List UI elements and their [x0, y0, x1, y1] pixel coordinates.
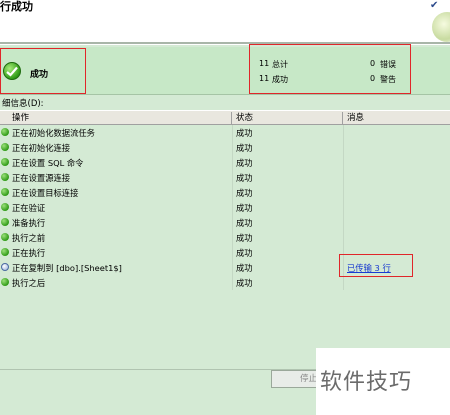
row-status: 成功	[236, 278, 253, 288]
banner-graphic	[432, 12, 450, 42]
row-action: 正在设置源连接	[12, 173, 71, 183]
success-icon	[1, 233, 9, 241]
stop-button[interactable]: 停止	[271, 370, 321, 388]
row-status: 成功	[236, 203, 253, 213]
table-row[interactable]: 执行之后 成功	[0, 275, 450, 290]
row-status: 成功	[236, 128, 253, 138]
table-row[interactable]: 正在验证 成功	[0, 200, 450, 215]
table-row[interactable]: 执行之前 成功	[0, 230, 450, 245]
row-action: 执行之前	[12, 233, 46, 243]
watermark-text: 软件技巧	[320, 370, 413, 395]
row-status: 成功	[236, 188, 253, 198]
row-status: 成功	[236, 248, 253, 258]
success-icon	[1, 188, 9, 196]
column-header-message[interactable]: 消息	[343, 112, 450, 125]
success-icon	[1, 218, 9, 226]
success-icon	[1, 203, 9, 211]
row-action: 正在设置目标连接	[12, 188, 79, 198]
row-action: 正在初始化数据流任务	[12, 128, 95, 138]
highlight-box-status	[0, 48, 86, 94]
table-row[interactable]: 正在初始化数据流任务 成功	[0, 125, 450, 140]
row-status: 成功	[236, 173, 253, 183]
table-row[interactable]: 正在设置源连接 成功	[0, 170, 450, 185]
row-status: 成功	[236, 143, 253, 153]
highlight-box-message	[339, 254, 413, 277]
row-status: 成功	[236, 233, 253, 243]
row-status: 成功	[236, 158, 253, 168]
row-action: 执行之后	[12, 278, 46, 288]
wizard-header: 行成功 ✔	[0, 0, 450, 42]
column-header-status[interactable]: 状态	[232, 112, 343, 125]
row-action: 正在复制到 [dbo].[Sheet1$]	[12, 263, 122, 273]
table-row[interactable]: 正在初始化连接 成功	[0, 140, 450, 155]
success-icon	[1, 248, 9, 256]
page-title: 行成功	[0, 0, 33, 13]
row-action: 准备执行	[12, 218, 46, 228]
table-row[interactable]: 正在设置目标连接 成功	[0, 185, 450, 200]
row-action: 正在初始化连接	[12, 143, 71, 153]
info-icon	[1, 263, 9, 271]
success-icon	[1, 173, 9, 181]
table-row[interactable]: 准备执行 成功	[0, 215, 450, 230]
success-icon	[1, 278, 9, 286]
highlight-box-counts	[249, 44, 411, 94]
row-action: 正在执行	[12, 248, 46, 258]
table-row[interactable]: 正在设置 SQL 命令 成功	[0, 155, 450, 170]
row-status: 成功	[236, 218, 253, 228]
column-header-action[interactable]: 操作	[8, 112, 232, 125]
check-icon: ✔	[430, 0, 439, 11]
table-header: 操作 状态 消息	[0, 110, 450, 125]
details-label: 细信息(D):	[2, 99, 44, 109]
row-action: 正在验证	[12, 203, 46, 213]
row-status: 成功	[236, 263, 253, 273]
row-action: 正在设置 SQL 命令	[12, 158, 84, 168]
success-icon	[1, 143, 9, 151]
success-icon	[1, 128, 9, 136]
success-icon	[1, 158, 9, 166]
